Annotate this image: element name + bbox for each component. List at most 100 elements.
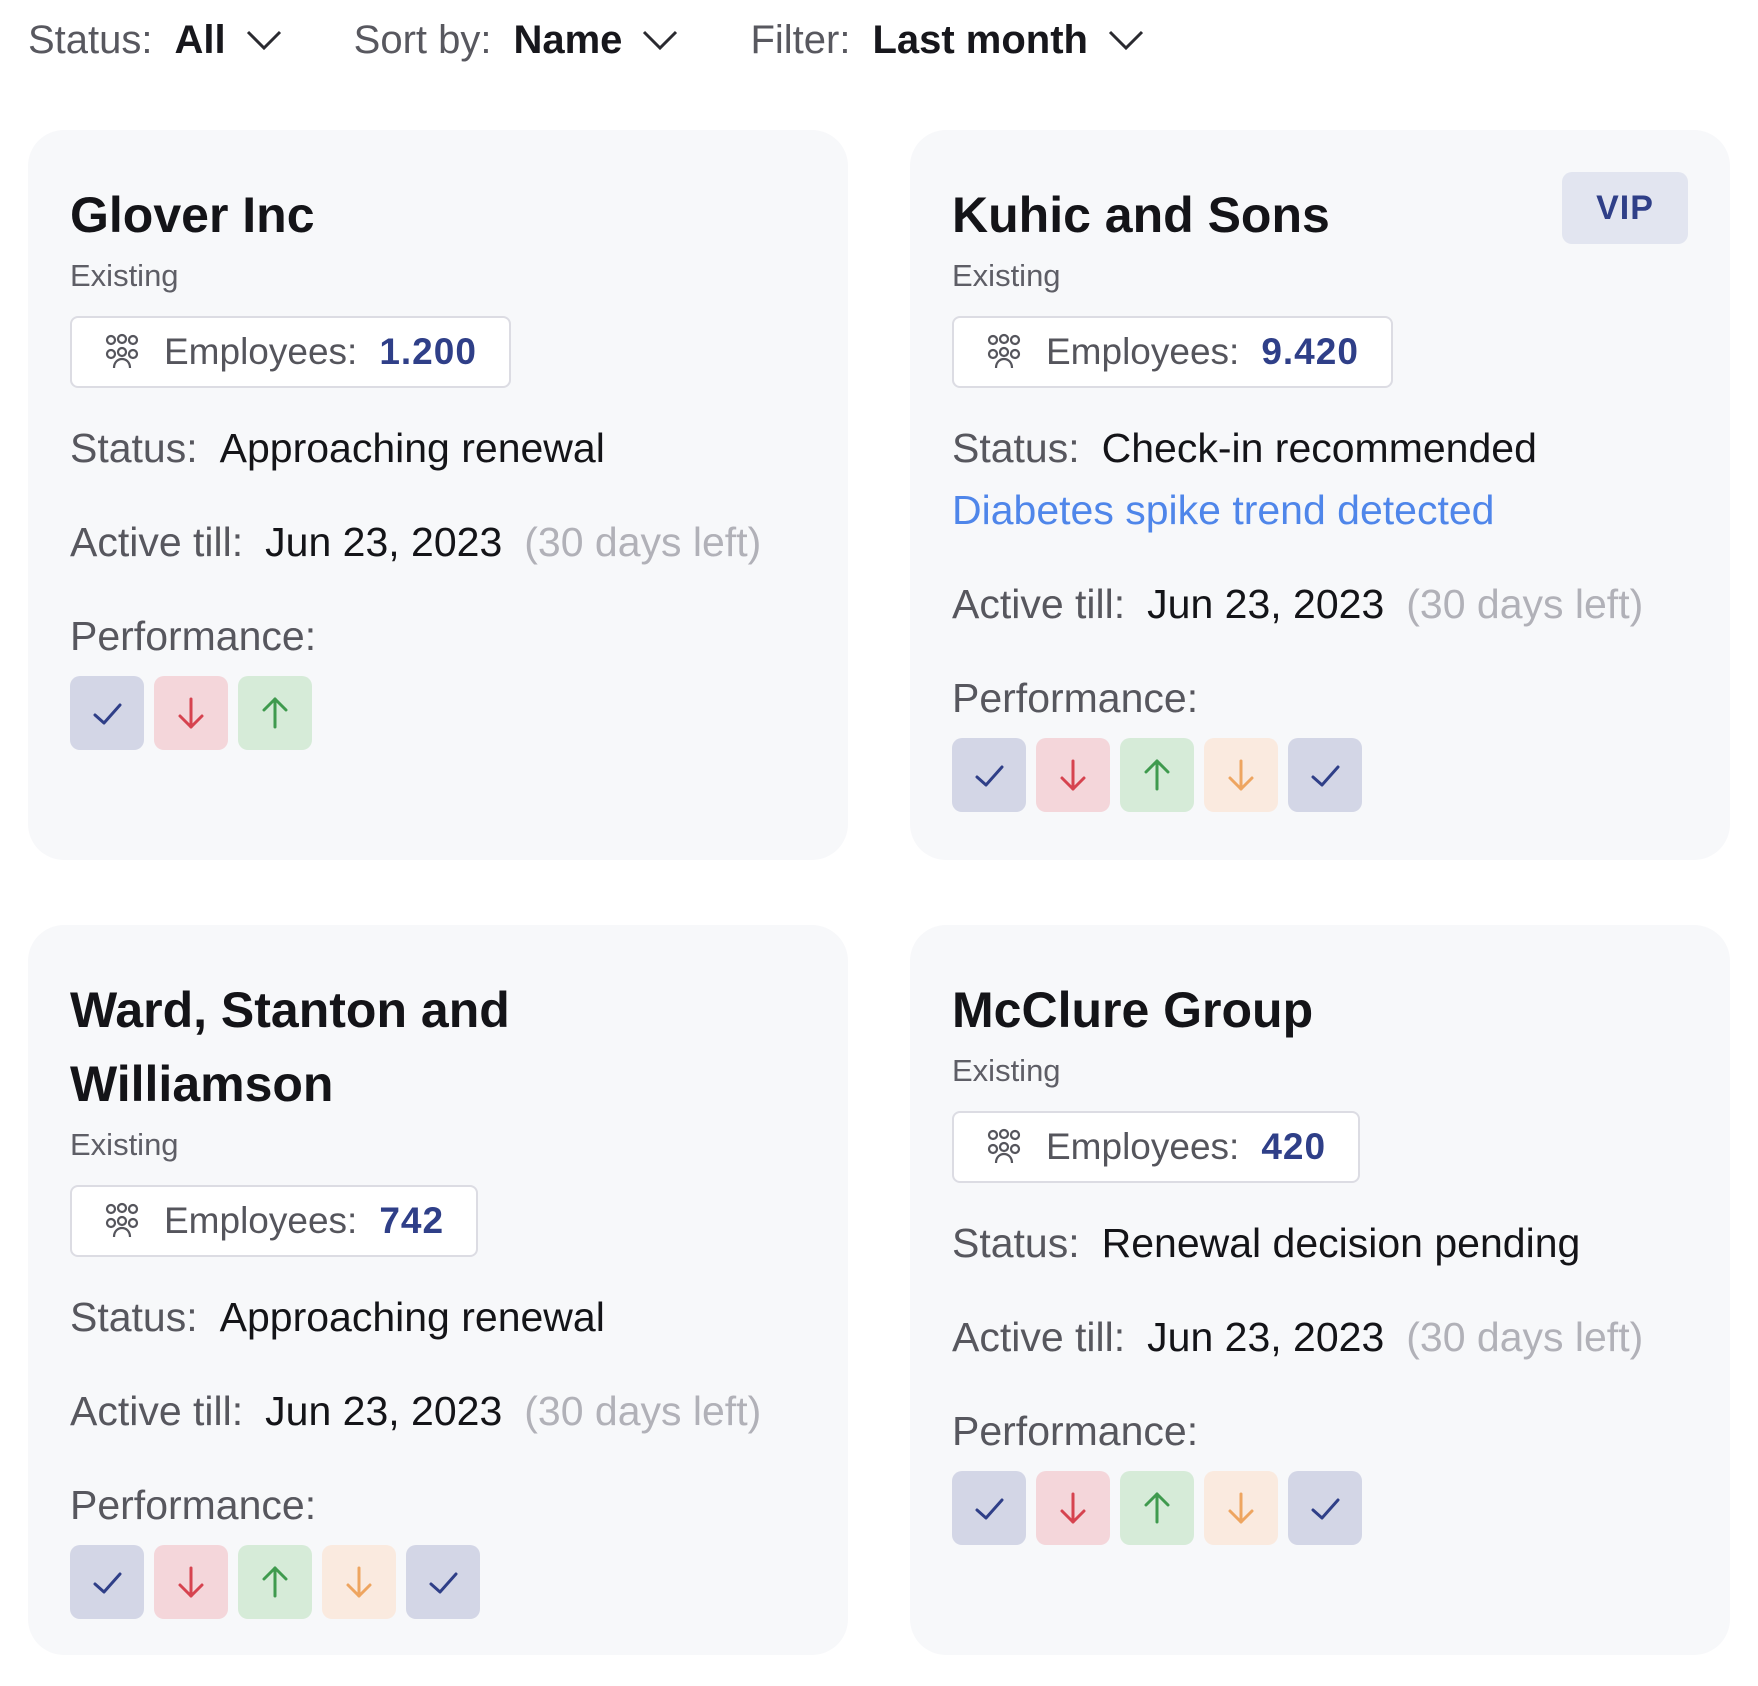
performance-icons <box>952 1471 1688 1545</box>
performance-icons <box>952 738 1688 812</box>
employees-label: Employees: <box>164 331 358 372</box>
people-icon <box>987 333 1021 369</box>
client-name: Glover Inc <box>70 187 315 243</box>
client-name: Ward, Stanton and Williamson <box>70 982 510 1112</box>
sort-by-label: Sort by: <box>353 17 492 62</box>
status-filter-value: All <box>174 17 226 62</box>
client-name: McClure Group <box>952 982 1314 1038</box>
performance-label: Performance: <box>952 1408 1199 1454</box>
client-type: Existing <box>952 1053 1061 1088</box>
arrow-down-icon <box>1060 759 1086 791</box>
active-till-label: Active till: <box>70 1388 244 1434</box>
status-row: Status: Approaching renewal <box>70 418 806 478</box>
active-till-label: Active till: <box>70 519 244 565</box>
employees-value: 420 <box>1261 1126 1327 1167</box>
period-filter-label: Filter: <box>750 17 851 62</box>
people-icon <box>105 1202 139 1238</box>
performance-indicator-down <box>1036 1471 1110 1545</box>
status-label: Status: <box>952 425 1080 471</box>
status-filter-label: Status: <box>28 17 153 62</box>
days-left: (30 days left) <box>524 1388 762 1434</box>
performance-indicator-down-warning <box>322 1545 396 1619</box>
performance-indicator-up <box>1120 1471 1194 1545</box>
performance-indicator-up <box>238 676 312 750</box>
performance-indicator-check <box>952 738 1026 812</box>
performance-indicator-check <box>70 1545 144 1619</box>
check-icon <box>1311 765 1340 787</box>
arrow-up-icon <box>1144 759 1170 791</box>
active-till-date: Jun 23, 2023 <box>1147 581 1385 627</box>
employees-label: Employees: <box>1046 331 1240 372</box>
performance-label: Performance: <box>952 675 1199 721</box>
performance-label: Performance: <box>70 613 317 659</box>
arrow-down-icon <box>1228 759 1254 791</box>
status-value: Approaching renewal <box>219 425 605 471</box>
arrow-down-icon <box>1060 1492 1086 1524</box>
active-till-row: Active till: Jun 23, 2023 (30 days left) <box>952 1307 1688 1367</box>
performance-indicator-down-warning <box>1204 738 1278 812</box>
client-card[interactable]: Ward, Stanton and Williamson Existing Em… <box>28 925 848 1655</box>
people-icon <box>987 1128 1021 1164</box>
client-type: Existing <box>952 258 1061 293</box>
active-till-row: Active till: Jun 23, 2023 (30 days left) <box>952 574 1688 634</box>
employees-count-box: Employees: 1.200 <box>70 316 511 388</box>
status-filter-dropdown[interactable]: Status: All <box>28 18 284 63</box>
status-value: Check-in recommended <box>1101 425 1537 471</box>
performance-indicator-check <box>70 676 144 750</box>
client-card[interactable]: Glover Inc Existing Employees: 1.200 Sta… <box>28 130 848 860</box>
client-name: Kuhic and Sons <box>952 187 1330 243</box>
days-left: (30 days left) <box>1406 1314 1644 1360</box>
employees-label: Employees: <box>164 1200 358 1241</box>
performance-indicator-check <box>1288 1471 1362 1545</box>
arrow-down-icon <box>1228 1492 1254 1524</box>
status-value: Approaching renewal <box>219 1294 605 1340</box>
check-icon <box>93 1572 122 1594</box>
chevron-down-icon <box>1108 30 1144 51</box>
status-value: Renewal decision pending <box>1101 1220 1581 1266</box>
client-card[interactable]: Kuhic and Sons VIP Existing Employees: 9… <box>910 130 1730 860</box>
chevron-down-icon <box>643 30 678 51</box>
active-till-label: Active till: <box>952 1314 1126 1360</box>
active-till-date: Jun 23, 2023 <box>265 1388 503 1434</box>
active-till-label: Active till: <box>952 581 1126 627</box>
performance-icons <box>70 676 806 750</box>
status-label: Status: <box>70 1294 198 1340</box>
status-row: Status: Approaching renewal <box>70 1287 806 1347</box>
client-card[interactable]: McClure Group Existing Employees: 420 St… <box>910 925 1730 1655</box>
performance-indicator-check <box>406 1545 480 1619</box>
performance-indicator-down <box>154 676 228 750</box>
check-icon <box>93 703 122 725</box>
arrow-down-icon <box>178 1566 204 1598</box>
vip-badge: VIP <box>1562 172 1688 244</box>
period-filter-dropdown[interactable]: Filter: Last month <box>750 18 1146 63</box>
employees-count-box: Employees: 420 <box>952 1111 1361 1183</box>
performance-indicator-down <box>1036 738 1110 812</box>
sort-by-dropdown[interactable]: Sort by: Name <box>354 18 681 63</box>
sort-by-value: Name <box>513 17 623 62</box>
status-row: Status: Renewal decision pending <box>952 1213 1688 1273</box>
employees-label: Employees: <box>1046 1126 1240 1167</box>
employees-value: 1.200 <box>379 331 477 372</box>
performance-icons <box>70 1545 806 1619</box>
status-row: Status: Check-in recommended <box>952 418 1688 478</box>
performance-indicator-down <box>154 1545 228 1619</box>
active-till-row: Active till: Jun 23, 2023 (30 days left) <box>70 1381 806 1441</box>
performance-indicator-up <box>238 1545 312 1619</box>
performance-indicator-check <box>952 1471 1026 1545</box>
performance-indicator-up <box>1120 738 1194 812</box>
check-icon <box>429 1572 458 1594</box>
alert-link[interactable]: Diabetes spike trend detected <box>952 480 1688 540</box>
client-type: Existing <box>70 1127 179 1162</box>
people-icon <box>105 333 139 369</box>
employees-value: 9.420 <box>1261 331 1359 372</box>
check-icon <box>1311 1498 1340 1520</box>
active-till-date: Jun 23, 2023 <box>1147 1314 1385 1360</box>
active-till-row: Active till: Jun 23, 2023 (30 days left) <box>70 512 806 572</box>
arrow-down-icon <box>346 1566 372 1598</box>
arrow-up-icon <box>262 1566 288 1598</box>
performance-indicator-check <box>1288 738 1362 812</box>
check-icon <box>975 1498 1004 1520</box>
arrow-down-icon <box>178 697 204 729</box>
employees-value: 742 <box>379 1200 445 1241</box>
period-filter-value: Last month <box>872 17 1088 62</box>
